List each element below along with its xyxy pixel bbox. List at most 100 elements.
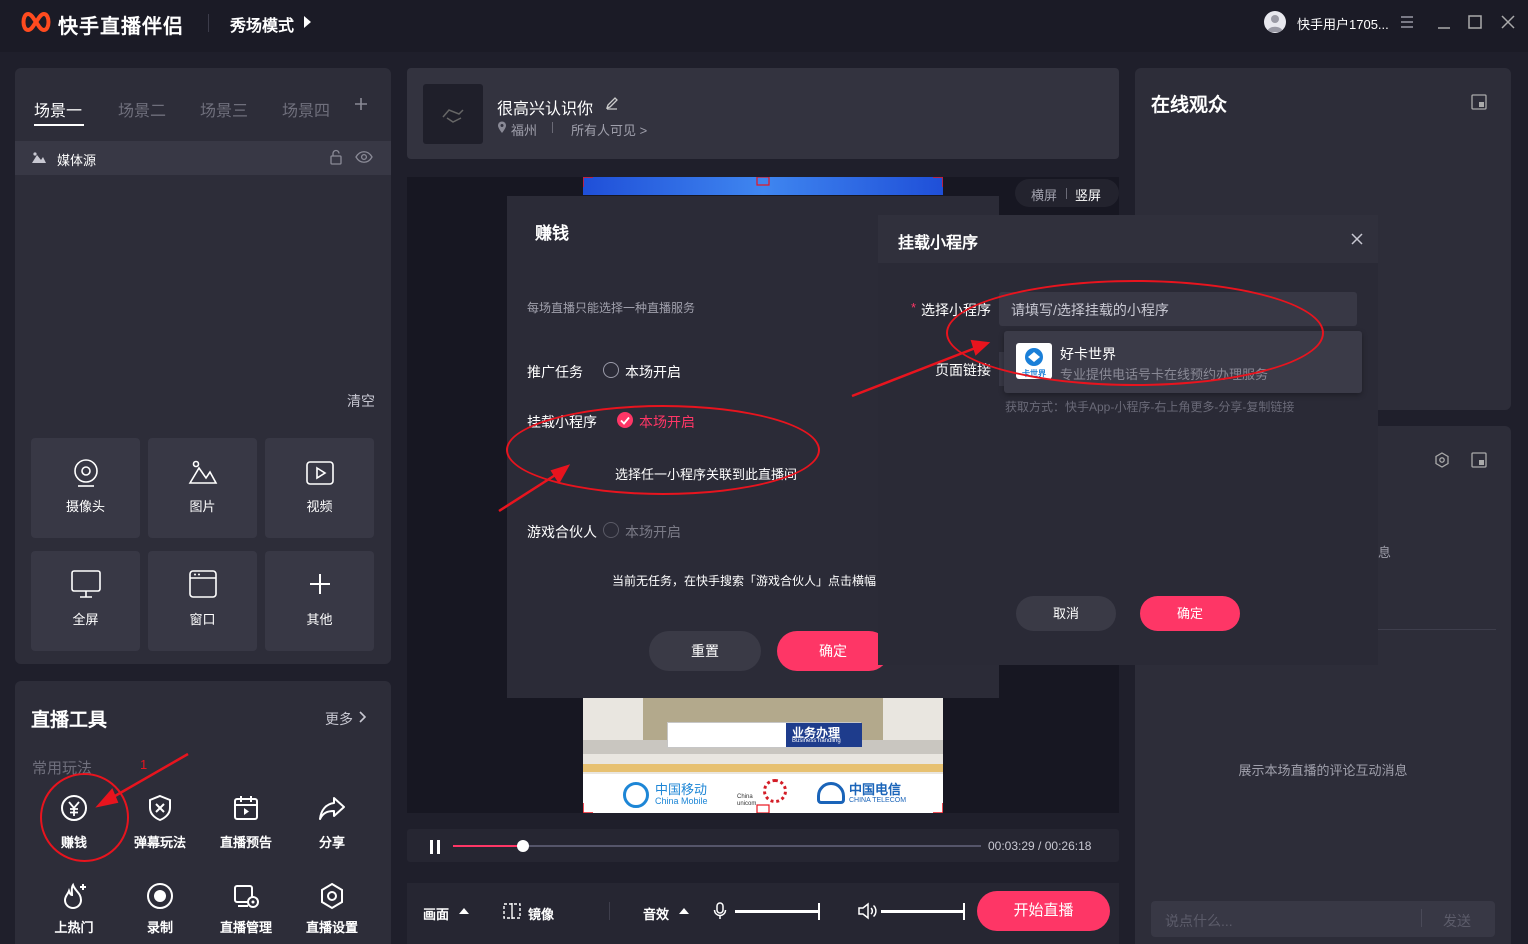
chat-input-placeholder[interactable]: 说点什么... [1165, 911, 1233, 931]
play-arrow-icon[interactable] [304, 16, 311, 28]
lock-icon[interactable] [329, 149, 343, 165]
edit-icon[interactable] [605, 96, 619, 110]
tile-label: 窗口 [189, 612, 216, 627]
danmaku-tool[interactable]: 弹幕玩法 [120, 793, 200, 851]
mini-confirm-button[interactable]: 确定 [1140, 596, 1240, 631]
eye-icon[interactable] [355, 150, 373, 164]
media-source-label: 媒体源 [57, 153, 97, 168]
speaker-icon[interactable] [857, 902, 877, 920]
game-partner-radio[interactable] [603, 522, 619, 538]
china-telecom-cn: 中国电信 [849, 782, 902, 797]
minimize-icon[interactable] [1434, 12, 1454, 32]
settings-tool[interactable]: 直播设置 [292, 881, 372, 936]
annotation-ellipse-hint [506, 405, 820, 495]
landscape-option[interactable]: 横屏 [1031, 185, 1057, 204]
tool-label: 直播管理 [219, 920, 272, 935]
mirror-button[interactable]: 镜像 [528, 904, 554, 923]
mini-cancel-button[interactable]: 取消 [1016, 596, 1116, 631]
share-tool[interactable]: 分享 [292, 793, 372, 851]
monitor-icon [70, 569, 102, 599]
image-icon [31, 150, 47, 164]
camera-source-tile[interactable]: 摄像头 [31, 438, 140, 538]
caret-up-icon[interactable] [678, 907, 690, 915]
promo-task-radio[interactable] [603, 362, 619, 378]
earn-modal-title: 赚钱 [535, 224, 569, 243]
portrait-option[interactable]: 竖屏 [1075, 185, 1101, 204]
record-tool[interactable]: 录制 [120, 881, 200, 936]
shield-x-icon [145, 793, 175, 823]
tile-label: 全屏 [72, 612, 99, 627]
game-partner-hint: 当前无任务，在快手搜索「游戏合伙人」点击横幅 [612, 574, 877, 588]
username[interactable]: 快手用户1705... [1297, 14, 1389, 33]
visibility-selector[interactable]: 所有人可见 > [571, 120, 647, 139]
canvas-button[interactable]: 画面 [423, 904, 449, 923]
start-live-button[interactable]: 开始直播 [977, 891, 1110, 931]
annotation-circle-earn [40, 773, 129, 862]
more-link[interactable]: 更多 [325, 709, 353, 729]
popout-icon[interactable] [1471, 452, 1487, 468]
tile-label: 其他 [306, 612, 333, 627]
record-icon [145, 881, 175, 911]
video-icon [305, 460, 335, 486]
annotation-mark: 1 [140, 757, 148, 772]
preview-top-strip [583, 177, 943, 195]
stream-location[interactable]: 福州 [511, 120, 537, 139]
chevron-right-icon[interactable] [358, 710, 368, 724]
add-scene-icon[interactable] [353, 96, 369, 112]
microphone-icon[interactable] [713, 902, 727, 920]
tab-scene-4[interactable]: 场景四 [282, 97, 330, 121]
image-source-tile[interactable]: 图片 [148, 438, 257, 538]
popout-icon[interactable] [1471, 94, 1487, 110]
mode-selector[interactable]: 秀场模式 [230, 12, 294, 36]
preview-tool[interactable]: 直播预告 [206, 793, 286, 851]
mic-volume-slider[interactable] [735, 910, 819, 913]
hot-tool[interactable]: 上热门 [34, 881, 114, 936]
speaker-volume-handle[interactable] [963, 903, 965, 920]
other-source-tile[interactable]: 其他 [265, 551, 374, 651]
earn-confirm-button[interactable]: 确定 [777, 631, 889, 671]
speaker-volume-slider[interactable] [881, 910, 965, 913]
promo-task-option[interactable]: 本场开启 [625, 362, 681, 382]
clear-button[interactable]: 清空 [347, 391, 375, 411]
location-pin-icon [497, 121, 507, 134]
tab-scene-2[interactable]: 场景二 [118, 97, 166, 121]
video-stripe [583, 764, 943, 772]
game-partner-option[interactable]: 本场开启 [625, 522, 681, 542]
sound-effect-button[interactable]: 音效 [643, 904, 669, 923]
reset-button[interactable]: 重置 [649, 631, 761, 671]
close-icon[interactable] [1498, 12, 1518, 32]
maximize-icon[interactable] [1465, 12, 1485, 32]
menu-icon[interactable] [1400, 12, 1420, 32]
send-button[interactable]: 发送 [1443, 911, 1471, 931]
mirror-icon[interactable] [503, 903, 521, 919]
speaker-volume-fill [881, 910, 965, 913]
settings-gear-icon[interactable] [1434, 452, 1450, 468]
tab-scene-3[interactable]: 场景三 [200, 97, 248, 121]
progress-track[interactable] [453, 840, 981, 852]
audience-title: 在线观众 [1151, 95, 1228, 116]
cover-thumbnail[interactable] [423, 84, 483, 144]
window-source-tile[interactable]: 窗口 [148, 551, 257, 651]
close-icon[interactable] [1349, 231, 1365, 247]
image-icon [188, 458, 218, 486]
manage-tool[interactable]: 直播管理 [206, 881, 286, 936]
fullscreen-source-tile[interactable]: 全屏 [31, 551, 140, 651]
mini-modal-title: 挂载小程序 [898, 235, 979, 252]
pause-icon[interactable] [428, 839, 442, 855]
page-link-hint: 获取方式：快手App-小程序-右上角更多-分享-复制链接 [1005, 400, 1295, 414]
divider [609, 902, 610, 920]
video-source-tile[interactable]: 视频 [265, 438, 374, 538]
mic-volume-handle[interactable] [818, 903, 820, 920]
title-divider [208, 14, 209, 32]
avatar[interactable] [1264, 11, 1286, 33]
carrier-banner: 中国移动 China Mobile China unicom 中国电信 CHIN… [583, 774, 943, 813]
divider [1378, 629, 1496, 630]
promo-task-label: 推广任务 [527, 364, 583, 380]
share-icon [317, 793, 347, 823]
caret-up-icon[interactable] [458, 907, 470, 915]
tool-label: 直播设置 [305, 920, 358, 935]
tab-scene-1[interactable]: 场景一 [34, 97, 82, 121]
tools-title: 直播工具 [31, 710, 108, 731]
settings-icon [317, 881, 347, 911]
tile-label: 摄像头 [65, 499, 105, 514]
